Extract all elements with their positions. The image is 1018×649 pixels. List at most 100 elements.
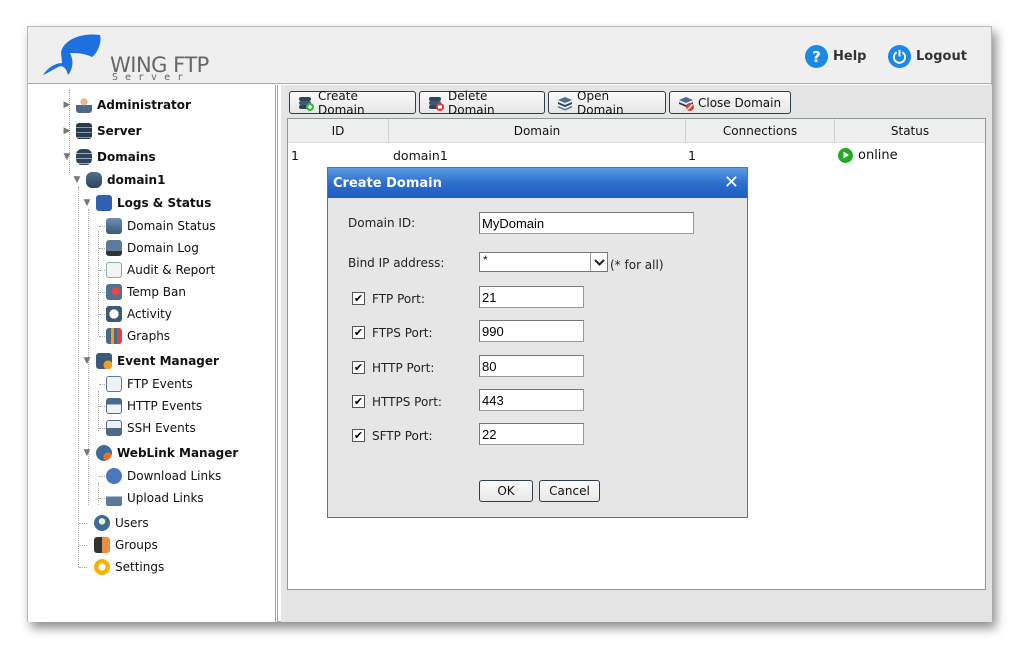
sidebar-item-upload-links[interactable]: Upload Links (106, 488, 204, 508)
collapse-arrow-icon[interactable]: ▼ (72, 175, 82, 185)
chevron-down-icon[interactable] (590, 253, 607, 271)
open-domain-label: Open Domain (577, 88, 624, 117)
https-port-checkbox[interactable]: ✔ (352, 395, 365, 408)
open-domain-button[interactable]: Open Domain (548, 88, 666, 117)
sidebar-item-label: Settings (115, 560, 165, 574)
sidebar-item-graphs[interactable]: Graphs (106, 326, 170, 346)
tree-connector (79, 523, 87, 524)
sftp-port-checkbox[interactable]: ✔ (352, 429, 365, 442)
dialog-titlebar[interactable]: Create Domain ✕ (328, 168, 747, 198)
bind-ip-select[interactable]: * (479, 252, 608, 272)
sidebar-item-users[interactable]: Users (94, 513, 149, 533)
sidebar-item-label: domain1 (107, 173, 166, 187)
ftp-port-input[interactable] (479, 286, 584, 308)
sidebar-item-audit-report[interactable]: Audit & Report (106, 260, 215, 280)
sidebar-item-label: Graphs (127, 329, 171, 343)
sidebar-item-label: Upload Links (127, 491, 204, 505)
sidebar-item-weblink-manager[interactable]: ▼ WebLink Manager (82, 443, 238, 463)
column-header-connections[interactable]: Connections (686, 119, 835, 142)
table-header: ID Domain Connections Status (288, 119, 985, 143)
cancel-button[interactable]: Cancel (539, 480, 600, 502)
collapse-arrow-icon[interactable]: ▼ (82, 356, 92, 366)
column-header-domain[interactable]: Domain (389, 119, 686, 142)
sidebar-item-label: Download Links (127, 469, 222, 483)
sidebar-item-ssh-events[interactable]: SSH Events (106, 418, 196, 438)
cell-domain: domain1 (393, 147, 448, 163)
domain-id-input[interactable] (479, 212, 694, 234)
expand-arrow-icon[interactable]: ▶ (62, 126, 72, 136)
ftps-port-checkbox[interactable]: ✔ (352, 326, 365, 339)
sidebar-item-event-manager[interactable]: ▼ Event Manager (82, 351, 219, 371)
sidebar-item-http-events[interactable]: HTTP Events (106, 396, 202, 416)
domains-icon (76, 149, 92, 165)
collapse-arrow-icon[interactable]: ▼ (82, 448, 92, 458)
sidebar-item-domain1[interactable]: ▼ domain1 (72, 170, 165, 190)
sidebar-item-download-links[interactable]: Download Links (106, 466, 221, 486)
help-label: Help (833, 49, 867, 64)
logout-link[interactable]: Logout (888, 45, 967, 68)
sidebar-item-label: Audit & Report (127, 263, 216, 277)
activity-icon (106, 306, 122, 322)
ftp-port-label: FTP Port: (372, 292, 425, 306)
graphs-icon (106, 328, 122, 344)
download-links-icon (106, 468, 122, 484)
delete-domain-button[interactable]: Delete Domain (419, 88, 545, 117)
sidebar-item-label: Administrator (97, 98, 191, 112)
domain-status-icon (106, 218, 122, 234)
column-header-id[interactable]: ID (288, 119, 389, 142)
sidebar-item-label: Activity (127, 307, 172, 321)
ftp-port-checkbox[interactable]: ✔ (352, 292, 365, 305)
http-port-input[interactable] (479, 355, 584, 377)
weblink-manager-icon (96, 445, 112, 461)
domain-log-icon (106, 240, 122, 256)
sidebar-item-domain-status[interactable]: Domain Status (106, 216, 216, 236)
sidebar-item-groups[interactable]: Groups (94, 535, 158, 555)
collapse-arrow-icon[interactable]: ▼ (82, 198, 92, 208)
logo: WING FTP Server (40, 31, 210, 83)
create-domain-label: Create Domain (318, 88, 365, 117)
ftps-port-input[interactable] (479, 320, 584, 342)
sidebar-item-settings[interactable]: Settings (94, 557, 164, 577)
server-icon (76, 123, 92, 139)
create-domain-dialog: Create Domain ✕ Domain ID: Bind IP addre… (327, 167, 748, 518)
sidebar-item-activity[interactable]: Activity (106, 304, 172, 324)
create-domain-button[interactable]: Create Domain (289, 88, 416, 117)
https-port-input[interactable] (479, 389, 584, 411)
tree-connector (98, 391, 99, 431)
sidebar-item-label: Temp Ban (127, 285, 186, 299)
sidebar-item-label: Domain Log (127, 241, 199, 255)
domain-id-label: Domain ID: (348, 216, 416, 230)
collapse-arrow-icon[interactable]: ▼ (62, 152, 72, 162)
tree-connector (98, 231, 99, 335)
ok-button[interactable]: OK (479, 480, 533, 502)
http-port-checkbox[interactable]: ✔ (352, 361, 365, 374)
sidebar-item-domain-log[interactable]: Domain Log (106, 238, 199, 258)
upload-links-icon (106, 490, 122, 506)
domain-icon (86, 172, 102, 188)
close-domain-button[interactable]: Close Domain (669, 91, 791, 114)
sidebar-item-label: SSH Events (127, 421, 196, 435)
tree-connector (79, 567, 87, 568)
sidebar-item-ftp-events[interactable]: FTP Events (106, 374, 193, 394)
cell-status: online (835, 147, 985, 163)
column-header-status[interactable]: Status (835, 119, 985, 142)
expand-arrow-icon[interactable]: ▶ (62, 100, 72, 110)
sidebar-item-server[interactable]: ▶ Server (62, 121, 142, 141)
delete-domain-label: Delete Domain (448, 88, 495, 117)
close-icon[interactable]: ✕ (724, 172, 739, 193)
https-port-label: HTTPS Port: (372, 395, 442, 409)
help-icon: ? (805, 45, 828, 68)
sidebar-item-label: FTP Events (127, 377, 193, 391)
table-row[interactable]: 1 domain1 1 online (288, 143, 985, 167)
sidebar-item-domains[interactable]: ▼ Domains (62, 147, 156, 167)
sidebar-item-temp-ban[interactable]: Temp Ban (106, 282, 186, 302)
sidebar-item-label: WebLink Manager (117, 446, 239, 460)
sidebar-item-label: Users (115, 516, 149, 530)
sidebar-item-logs-status[interactable]: ▼ Logs & Status (82, 193, 211, 213)
sidebar-item-label: Domain Status (127, 219, 216, 233)
delete-domain-icon (428, 96, 444, 111)
sftp-port-input[interactable] (479, 423, 584, 445)
help-link[interactable]: ? Help (805, 45, 866, 68)
sidebar-item-administrator[interactable]: ▶ Administrator (62, 95, 191, 115)
users-icon (94, 515, 110, 531)
